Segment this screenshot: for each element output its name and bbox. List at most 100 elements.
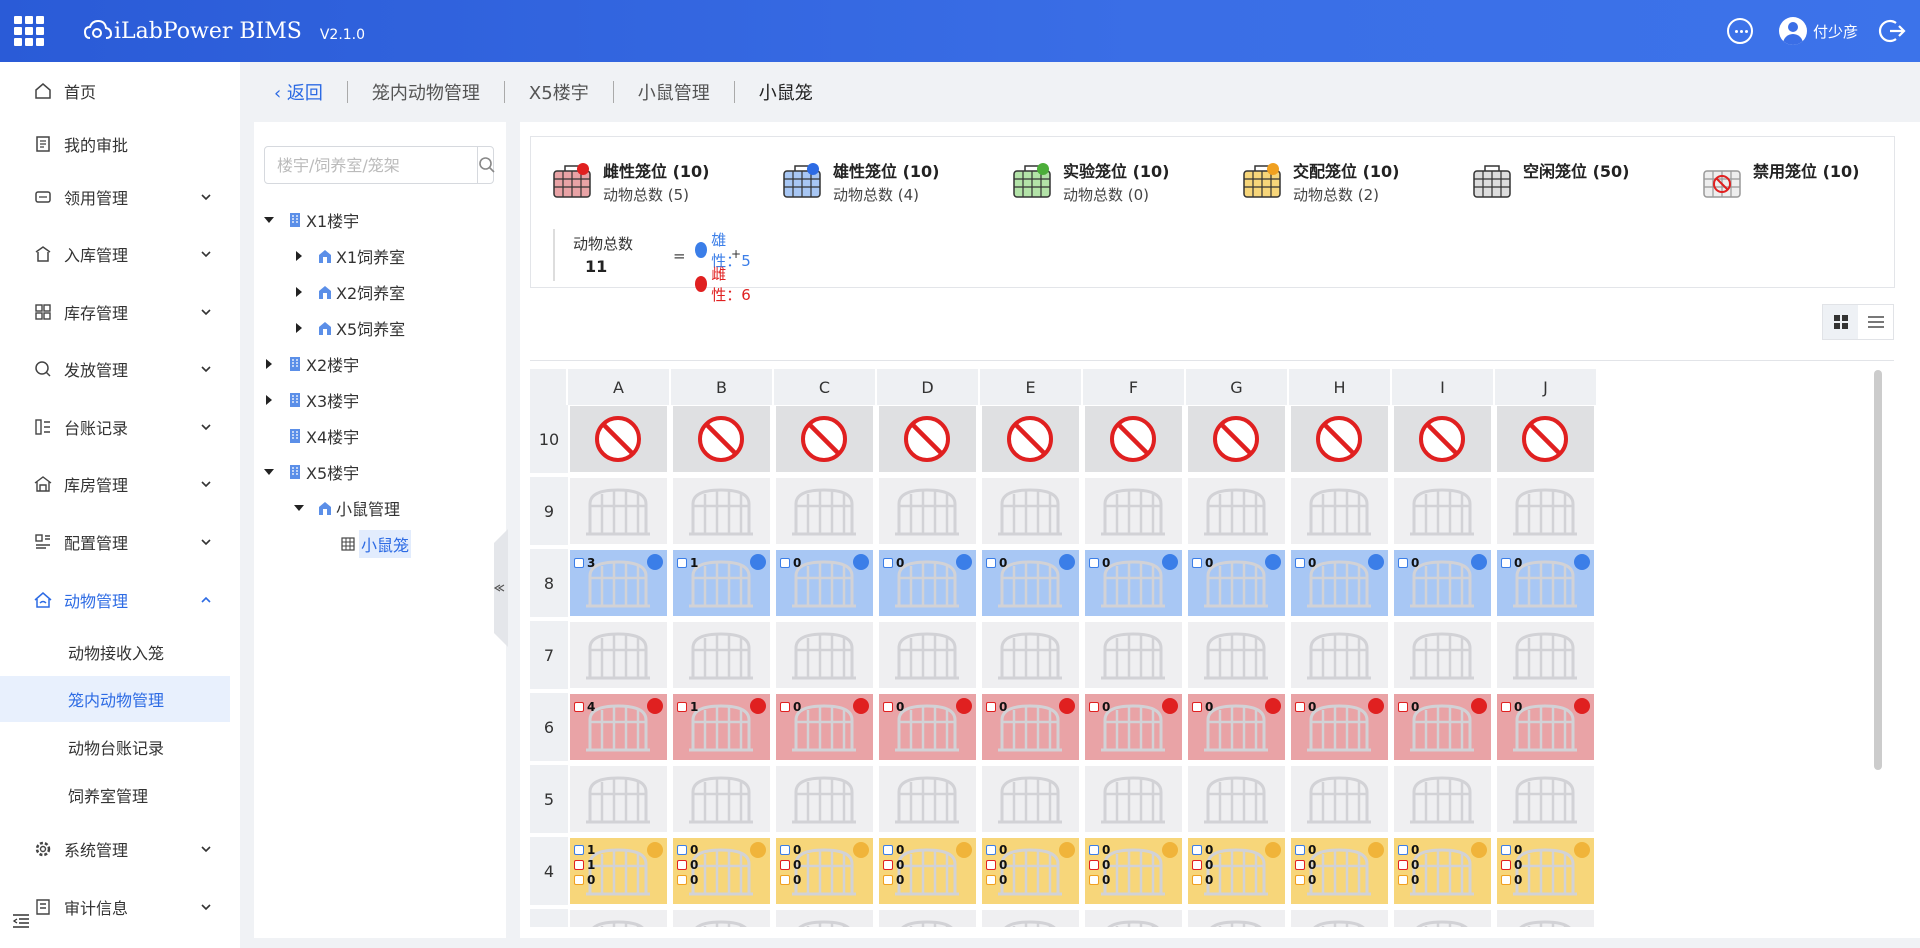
- cage-cell-empty[interactable]: [879, 478, 976, 544]
- sidebar-collapse-icon[interactable]: [12, 913, 30, 929]
- cage-cell-male[interactable]: 0: [1291, 550, 1388, 616]
- cage-cell-empty[interactable]: [1188, 766, 1285, 832]
- caret-down-icon[interactable]: [264, 467, 274, 477]
- user-name[interactable]: 付少彦: [1813, 21, 1858, 42]
- cage-cell-female[interactable]: 0: [982, 694, 1079, 760]
- cage-cell-male[interactable]: 1: [673, 550, 770, 616]
- cage-cell-empty[interactable]: [673, 478, 770, 544]
- cage-cell-empty[interactable]: [1085, 478, 1182, 544]
- cage-cell-mating[interactable]: 000: [673, 838, 770, 904]
- caret-right-icon[interactable]: [294, 287, 304, 297]
- sidebar-item-config[interactable]: 配置管理: [0, 522, 240, 562]
- cage-cell-mating[interactable]: 000: [1085, 838, 1182, 904]
- sidebar-item-warehouse[interactable]: 库房管理: [0, 464, 240, 504]
- tree-node[interactable]: 小鼠管理: [294, 493, 400, 523]
- cage-cell-empty[interactable]: [1291, 766, 1388, 832]
- cage-cell-male[interactable]: 0: [1085, 550, 1182, 616]
- cage-cell-disabled[interactable]: [570, 406, 667, 472]
- cage-cell-male[interactable]: 0: [776, 550, 873, 616]
- cage-cell-empty[interactable]: [570, 622, 667, 688]
- cage-cell-female[interactable]: 0: [879, 694, 976, 760]
- sidebar-item-inbound[interactable]: 入库管理: [0, 234, 240, 274]
- cage-cell-female[interactable]: 0: [1497, 694, 1594, 760]
- search-icon[interactable]: [477, 147, 496, 183]
- tree-node[interactable]: X4楼宇: [264, 421, 359, 451]
- cage-cell-empty[interactable]: [776, 910, 873, 927]
- cage-cell-empty[interactable]: [1394, 478, 1491, 544]
- cage-cell-empty[interactable]: [879, 766, 976, 832]
- caret-right-icon[interactable]: [264, 359, 274, 369]
- message-icon[interactable]: [1726, 18, 1753, 44]
- cage-cell-female[interactable]: 4: [570, 694, 667, 760]
- scrollbar[interactable]: [1874, 370, 1882, 770]
- tree-search-input[interactable]: [265, 147, 477, 183]
- caret-right-icon[interactable]: [264, 395, 274, 405]
- cage-cell-empty[interactable]: [570, 766, 667, 832]
- cage-cell-male[interactable]: 3: [570, 550, 667, 616]
- sidebar-subitem-receive[interactable]: 动物接收入笼: [0, 629, 230, 675]
- cage-cell-female[interactable]: 1: [673, 694, 770, 760]
- cage-cell-disabled[interactable]: [776, 406, 873, 472]
- caret-right-icon[interactable]: [294, 251, 304, 261]
- sidebar-item-system[interactable]: 系统管理: [0, 829, 240, 869]
- breadcrumb-item[interactable]: X5楼宇: [505, 79, 613, 105]
- cage-cell-male[interactable]: 0: [1497, 550, 1594, 616]
- cage-cell-disabled[interactable]: [1394, 406, 1491, 472]
- cage-cell-empty[interactable]: [1497, 478, 1594, 544]
- sidebar-item-animal[interactable]: 动物管理: [0, 580, 240, 620]
- cage-cell-disabled[interactable]: [673, 406, 770, 472]
- cage-cell-empty[interactable]: [879, 910, 976, 927]
- cage-cell-empty[interactable]: [673, 766, 770, 832]
- cage-cell-empty[interactable]: [1188, 622, 1285, 688]
- cage-cell-disabled[interactable]: [1497, 406, 1594, 472]
- cage-cell-male[interactable]: 0: [879, 550, 976, 616]
- cage-cell-empty[interactable]: [1291, 910, 1388, 927]
- cage-cell-empty[interactable]: [982, 478, 1079, 544]
- cage-cell-empty[interactable]: [1188, 478, 1285, 544]
- caret-down-icon[interactable]: [264, 215, 274, 225]
- tree-node[interactable]: X2饲养室: [294, 277, 405, 307]
- cage-cell-empty[interactable]: [776, 622, 873, 688]
- list-view-icon[interactable]: [1858, 305, 1893, 339]
- cage-cell-female[interactable]: 0: [776, 694, 873, 760]
- caret-down-icon[interactable]: [294, 503, 304, 513]
- cage-cell-mating[interactable]: 110: [570, 838, 667, 904]
- cage-cell-empty[interactable]: [879, 622, 976, 688]
- cage-cell-empty[interactable]: [1085, 910, 1182, 927]
- sidebar-item-home[interactable]: 首页: [0, 71, 240, 111]
- cage-cell-empty[interactable]: [570, 910, 667, 927]
- cage-cell-disabled[interactable]: [1085, 406, 1182, 472]
- sidebar-item-approval[interactable]: 我的审批: [0, 124, 240, 164]
- cage-cell-mating[interactable]: 000: [1394, 838, 1491, 904]
- cage-cell-disabled[interactable]: [1291, 406, 1388, 472]
- cage-cell-female[interactable]: 0: [1188, 694, 1285, 760]
- back-link[interactable]: ‹ 返回: [254, 79, 347, 105]
- cage-cell-mating[interactable]: 000: [776, 838, 873, 904]
- cage-cell-empty[interactable]: [1085, 622, 1182, 688]
- caret-right-icon[interactable]: [294, 323, 304, 333]
- cage-cell-mating[interactable]: 000: [1497, 838, 1594, 904]
- cage-cell-empty[interactable]: [1497, 622, 1594, 688]
- sidebar-item-requisition[interactable]: 领用管理: [0, 177, 240, 217]
- cage-cell-female[interactable]: 0: [1394, 694, 1491, 760]
- cage-cell-disabled[interactable]: [1188, 406, 1285, 472]
- panel-collapse-icon[interactable]: [488, 529, 508, 647]
- grid-view-icon[interactable]: [1823, 305, 1858, 339]
- tree-node[interactable]: X5楼宇: [264, 457, 359, 487]
- cage-cell-disabled[interactable]: [982, 406, 1079, 472]
- tree-node-selected[interactable]: 小鼠笼: [341, 529, 412, 559]
- cage-cell-empty[interactable]: [570, 478, 667, 544]
- cage-cell-disabled[interactable]: [879, 406, 976, 472]
- sidebar-subitem-room[interactable]: 饲养室管理: [0, 772, 230, 818]
- cage-cell-empty[interactable]: [673, 622, 770, 688]
- cage-cell-empty[interactable]: [1291, 478, 1388, 544]
- tree-node[interactable]: X3楼宇: [264, 385, 359, 415]
- cage-cell-empty[interactable]: [1394, 766, 1491, 832]
- logout-icon[interactable]: [1878, 17, 1906, 45]
- cage-cell-empty[interactable]: [1394, 910, 1491, 927]
- breadcrumb-item[interactable]: 小鼠管理: [614, 79, 734, 105]
- cage-cell-empty[interactable]: [673, 910, 770, 927]
- cage-cell-mating[interactable]: 000: [982, 838, 1079, 904]
- tree-node[interactable]: X1楼宇: [264, 205, 359, 235]
- sidebar-item-ledger[interactable]: 台账记录: [0, 407, 240, 447]
